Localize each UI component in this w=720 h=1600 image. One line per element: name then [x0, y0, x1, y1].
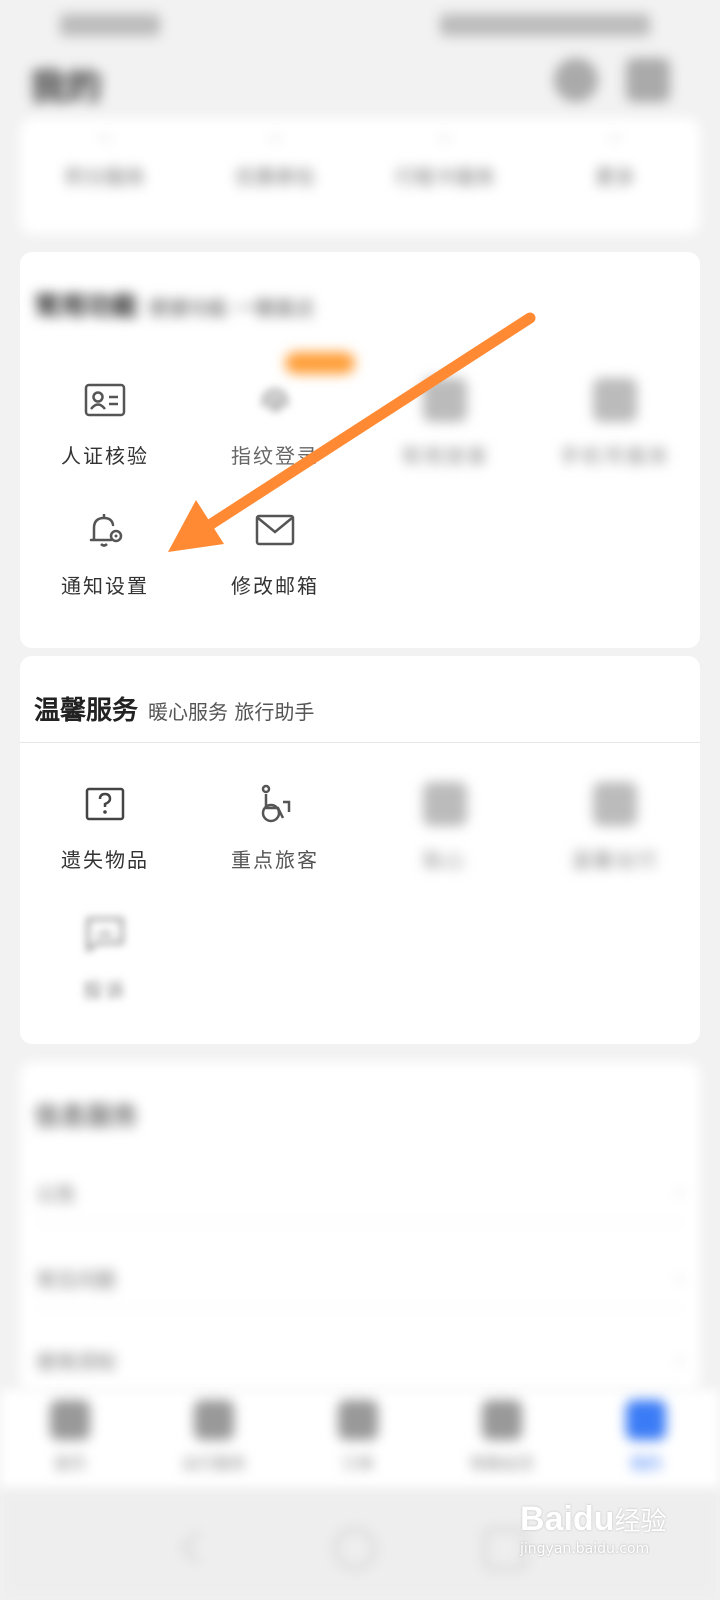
tab-orders[interactable]: 订单 — [288, 1400, 428, 1474]
grid-item-complaint[interactable]: 投诉 — [20, 912, 190, 1003]
section-title: 温馨服务 暖心服务 旅行助手 — [34, 696, 315, 726]
warm-services-card: 温馨服务 暖心服务 旅行助手 遗失物品 重点旅客 贴心 温馨出行 投诉 — [20, 656, 700, 1044]
grid-item-change-email[interactable]: 修改邮箱 — [190, 508, 360, 599]
service-tab-icon — [194, 1400, 234, 1440]
passenger-icon — [423, 378, 467, 422]
list-item[interactable]: 使用须知 › — [36, 1330, 684, 1391]
bell-gear-icon — [89, 514, 123, 547]
page-title: 我的 — [30, 67, 103, 108]
grid-item-warm-travel[interactable]: 温馨出行 — [530, 782, 700, 873]
grid-item-notification-settings[interactable]: 通知设置 — [20, 508, 190, 599]
id-card-icon — [84, 383, 126, 417]
mail-icon — [255, 514, 295, 546]
chevron-right-icon: › — [676, 1180, 684, 1204]
fingerprint-icon — [261, 388, 289, 413]
bottom-tab-bar: 首页 出行服务 订单 铁路会员 我的 — [0, 1390, 720, 1490]
section-title: 信息服务 — [34, 1102, 139, 1132]
battery-time-indicator — [440, 14, 650, 36]
grid-item-id-verify[interactable]: 人证核验 — [20, 378, 190, 469]
phone-icon — [593, 378, 637, 422]
section-title: 常用功能 便捷功能 一键直达 — [34, 292, 315, 322]
home-nav-icon[interactable] — [334, 1528, 376, 1570]
chat-complaint-icon — [86, 917, 124, 953]
status-bar — [0, 0, 720, 50]
new-badge — [285, 352, 355, 374]
chevron-right-icon: › — [676, 1266, 684, 1290]
grid-item-service[interactable]: 贴心 — [360, 782, 530, 873]
stats-card: -- 积分服务 -- 优惠券包 -- 行程卡服务 -- 更多 — [20, 118, 700, 234]
list-item[interactable]: 公告 › — [36, 1162, 684, 1223]
stat-item[interactable]: -- 优惠券包 — [190, 118, 360, 190]
service-icon — [423, 782, 467, 826]
baidu-watermark: Baidu经验 jingyan.baidu.com — [520, 1500, 667, 1557]
grid-item-fingerprint-login[interactable]: 指纹登录 — [190, 378, 360, 469]
section-divider — [20, 742, 700, 743]
common-functions-card: 常用功能 便捷功能 一键直达 人证核验 指纹登录 常用旅客 手机号服务 通知设置… — [20, 252, 700, 648]
wheelchair-icon — [261, 784, 291, 823]
grid-item-lost-items[interactable]: 遗失物品 — [20, 782, 190, 873]
stat-item[interactable]: -- 更多 — [530, 118, 700, 190]
signal-indicator — [60, 14, 160, 36]
home-icon — [50, 1400, 90, 1440]
question-box-icon — [85, 787, 125, 821]
grid-item-phone[interactable]: 手机号服务 — [530, 378, 700, 469]
seat-icon — [593, 782, 637, 826]
chevron-right-icon: › — [676, 1348, 684, 1372]
settings-icon[interactable] — [626, 58, 670, 102]
tab-profile[interactable]: 我的 — [576, 1400, 716, 1474]
grid-item-priority-passengers[interactable]: 重点旅客 — [190, 782, 360, 873]
service-icon[interactable] — [554, 58, 598, 102]
order-icon — [338, 1400, 378, 1440]
stat-item[interactable]: -- 行程卡服务 — [360, 118, 530, 190]
grid-item-passengers[interactable]: 常用旅客 — [360, 378, 530, 469]
stat-item[interactable]: -- 积分服务 — [20, 118, 190, 190]
tab-travel-service[interactable]: 出行服务 — [144, 1400, 284, 1474]
tab-home[interactable]: 首页 — [0, 1400, 140, 1474]
list-item[interactable]: 常见问题 › — [36, 1248, 684, 1309]
back-icon[interactable] — [181, 1531, 214, 1564]
tab-member[interactable]: 铁路会员 — [432, 1400, 572, 1474]
profile-icon — [626, 1400, 666, 1440]
info-services-card: 信息服务 公告 › 常见问题 › 使用须知 › — [20, 1062, 700, 1392]
member-icon — [482, 1400, 522, 1440]
